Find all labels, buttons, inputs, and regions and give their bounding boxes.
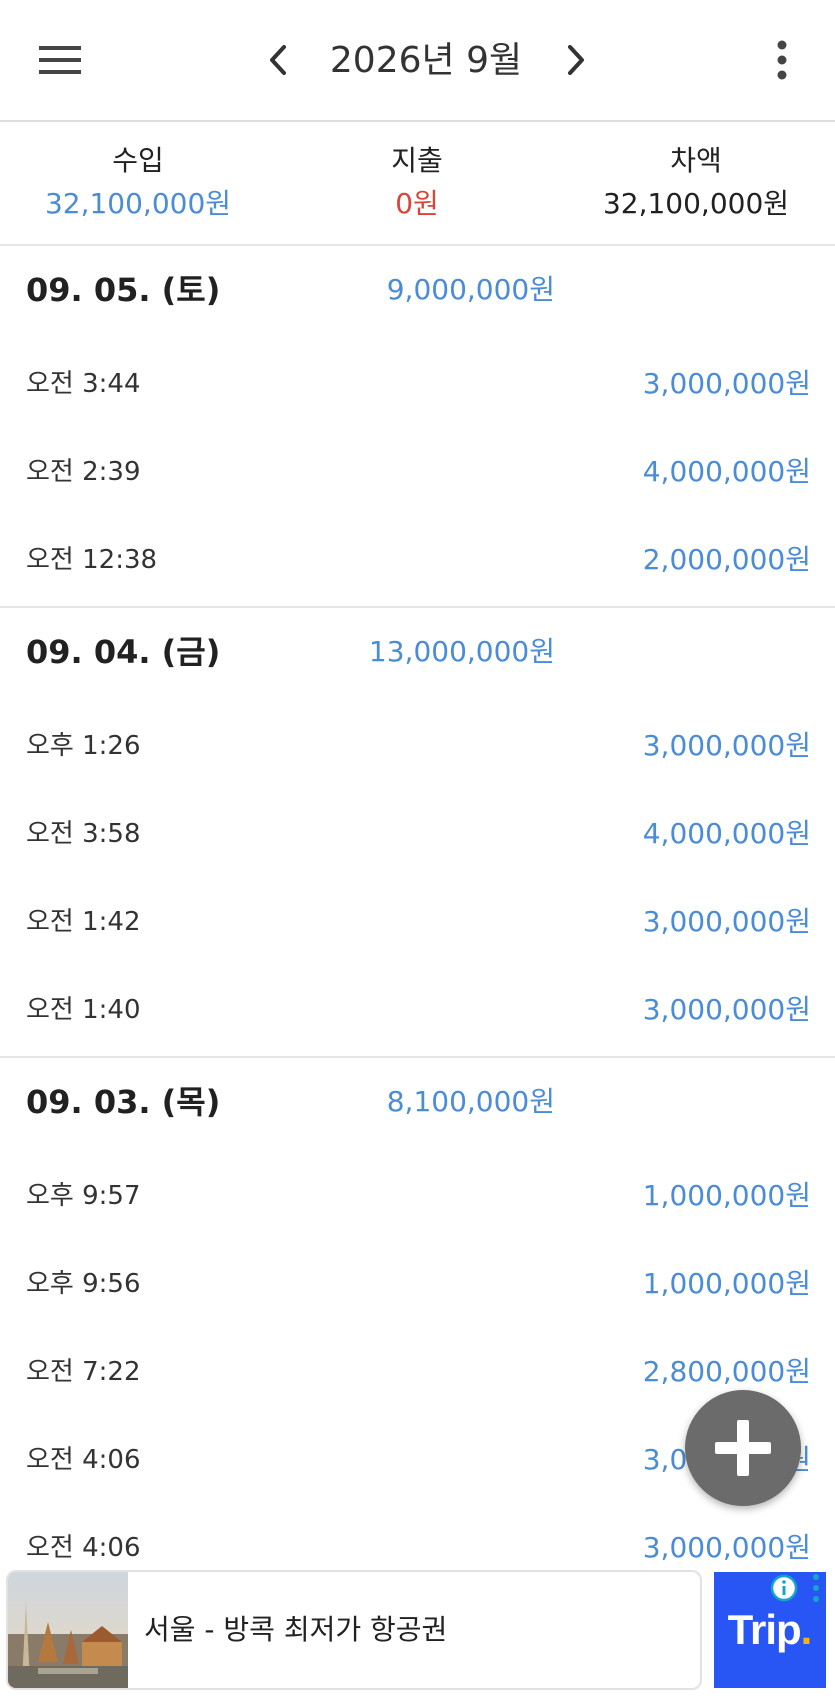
transaction-time: 오전 2:39 bbox=[26, 457, 141, 487]
transaction-time: 오전 3:58 bbox=[26, 819, 141, 849]
transaction-row[interactable]: 오전 2:39 4,000,000원 bbox=[0, 430, 835, 518]
transaction-row[interactable]: 오전 12:38 2,000,000원 bbox=[0, 518, 835, 606]
day-date: 09. 04. (금) bbox=[26, 633, 221, 671]
day-total: 8,100,000원 bbox=[386, 1085, 555, 1118]
transaction-time: 오후 1:26 bbox=[26, 731, 141, 761]
transaction-list[interactable]: 09. 05. (토) 9,000,000원 오전 3:44 3,000,000… bbox=[0, 246, 835, 1594]
ad-banner[interactable]: 서울 - 방콕 최저가 항공권 Trip. bbox=[0, 1568, 835, 1696]
transaction-time: 오전 3:44 bbox=[26, 369, 141, 399]
transaction-amount: 2,000,000원 bbox=[642, 543, 811, 576]
transaction-amount: 1,000,000원 bbox=[642, 1267, 811, 1300]
transaction-time: 오전 4:06 bbox=[26, 1533, 141, 1563]
transaction-time: 오전 12:38 bbox=[26, 545, 158, 575]
transaction-row[interactable]: 오전 3:58 4,000,000원 bbox=[0, 792, 835, 880]
income-summary: 수입 32,100,000원 bbox=[8, 142, 268, 224]
transaction-row[interactable]: 오전 1:40 3,000,000원 bbox=[0, 968, 835, 1056]
transaction-row[interactable]: 오후 9:56 1,000,000원 bbox=[0, 1242, 835, 1330]
plus-icon bbox=[715, 1420, 771, 1476]
transaction-amount: 4,000,000원 bbox=[642, 455, 811, 488]
transaction-amount: 3,000,000원 bbox=[642, 729, 811, 762]
ad-card[interactable]: 서울 - 방콕 최저가 항공권 bbox=[6, 1570, 702, 1690]
transaction-row[interactable]: 오전 1:42 3,000,000원 bbox=[0, 880, 835, 968]
chevron-right-icon[interactable] bbox=[548, 30, 604, 90]
more-vertical-icon[interactable] bbox=[752, 30, 812, 90]
transaction-amount: 3,000,000원 bbox=[642, 367, 811, 400]
ad-logo-text: Trip bbox=[727, 1606, 802, 1653]
transaction-amount: 4,000,000원 bbox=[642, 817, 811, 850]
transaction-amount: 2,800,000원 bbox=[642, 1355, 811, 1388]
day-header[interactable]: 09. 03. (목) 8,100,000원 bbox=[0, 1058, 835, 1154]
add-transaction-button[interactable] bbox=[685, 1390, 801, 1506]
day-date: 09. 05. (토) bbox=[26, 271, 221, 309]
day-header[interactable]: 09. 04. (금) 13,000,000원 bbox=[0, 608, 835, 704]
day-group: 09. 03. (목) 8,100,000원 오후 9:57 1,000,000… bbox=[0, 1058, 835, 1594]
balance-value: 32,100,000원 bbox=[602, 187, 790, 220]
day-header[interactable]: 09. 05. (토) 9,000,000원 bbox=[0, 246, 835, 342]
ad-logo-dot: . bbox=[800, 1606, 813, 1653]
transaction-time: 오전 7:22 bbox=[26, 1357, 141, 1387]
transaction-amount: 3,000,000원 bbox=[642, 905, 811, 938]
ad-text: 서울 - 방콕 최저가 항공권 bbox=[144, 1613, 448, 1646]
income-label: 수입 bbox=[112, 144, 164, 177]
transaction-time: 오전 4:06 bbox=[26, 1445, 141, 1475]
app-header: 2026년 9월 bbox=[0, 0, 835, 122]
day-date: 09. 03. (목) bbox=[26, 1083, 221, 1121]
transaction-row[interactable]: 오후 9:57 1,000,000원 bbox=[0, 1154, 835, 1242]
transaction-time: 오후 9:56 bbox=[26, 1269, 141, 1299]
transaction-time: 오전 1:42 bbox=[26, 907, 141, 937]
balance-label: 차액 bbox=[670, 144, 722, 177]
month-title[interactable]: 2026년 9월 bbox=[300, 36, 552, 86]
transaction-time: 오후 9:57 bbox=[26, 1181, 141, 1211]
hamburger-menu-icon[interactable] bbox=[30, 30, 90, 90]
ad-image bbox=[8, 1572, 128, 1688]
day-group: 09. 04. (금) 13,000,000원 오후 1:26 3,000,00… bbox=[0, 608, 835, 1058]
transaction-amount: 1,000,000원 bbox=[642, 1179, 811, 1212]
expense-value: 0원 bbox=[395, 187, 439, 220]
transaction-amount: 3,000,000원 bbox=[642, 1531, 811, 1564]
day-total: 13,000,000원 bbox=[368, 635, 555, 668]
monthly-summary: 수입 32,100,000원 지출 0원 차액 32,100,000원 bbox=[0, 122, 835, 246]
transaction-row[interactable]: 오전 3:44 3,000,000원 bbox=[0, 342, 835, 430]
expense-label: 지출 bbox=[391, 144, 443, 177]
transaction-row[interactable]: 오후 1:26 3,000,000원 bbox=[0, 704, 835, 792]
transaction-amount: 3,000,000원 bbox=[642, 993, 811, 1026]
day-group: 09. 05. (토) 9,000,000원 오전 3:44 3,000,000… bbox=[0, 246, 835, 608]
transaction-time: 오전 1:40 bbox=[26, 995, 141, 1025]
info-icon[interactable] bbox=[770, 1574, 798, 1602]
chevron-left-icon[interactable] bbox=[250, 30, 306, 90]
income-value: 32,100,000원 bbox=[44, 187, 232, 220]
expense-summary: 지출 0원 bbox=[287, 142, 547, 224]
day-total: 9,000,000원 bbox=[386, 273, 555, 306]
more-vertical-icon[interactable] bbox=[806, 1572, 826, 1604]
balance-summary: 차액 32,100,000원 bbox=[566, 142, 826, 224]
